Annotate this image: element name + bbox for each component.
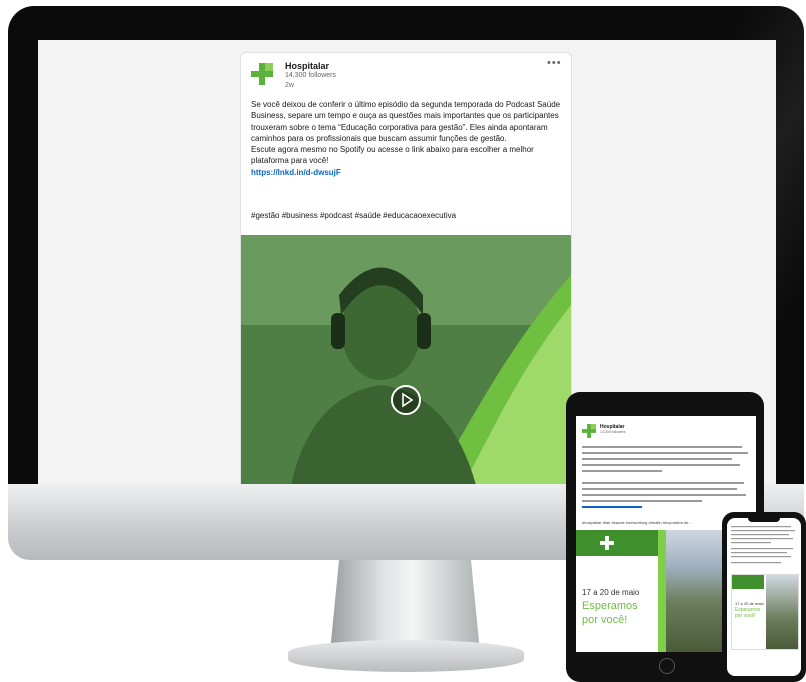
phone-screen: 17 a 20 de maio Esperamos por você!: [727, 518, 801, 676]
venue-photo: [766, 575, 798, 649]
follower-count: 14,300 followers: [600, 430, 626, 434]
phone-notch: [748, 516, 780, 522]
promo-headline-line2: por você!: [735, 613, 756, 619]
post-paragraph: Se você deixou de conferir o último epis…: [251, 100, 561, 143]
post-body-lines: [582, 446, 750, 520]
hospitalar-logo-icon: [582, 424, 596, 438]
post-link[interactable]: https://lnkd.in/d-dwsujF: [251, 168, 341, 177]
monitor-stand-neck: [330, 560, 480, 652]
follower-count: 14,300 followers: [285, 72, 336, 79]
monitor-stand-base: [288, 640, 524, 672]
promo-headline-line1: Esperamos: [582, 600, 638, 612]
video-frame: [241, 235, 571, 485]
hospitalar-logo-icon: [600, 536, 614, 550]
tablet-home-button[interactable]: [659, 658, 675, 674]
post-body: Se você deixou de conferir o último epis…: [251, 99, 563, 178]
video-thumbnail[interactable]: [241, 235, 571, 485]
promo-date: 17 a 20 de maio: [735, 601, 764, 606]
promo-banner: 17 a 20 de maio Esperamos por você!: [731, 574, 799, 650]
post-body-lines: [731, 526, 795, 564]
hospitalar-logo-icon: [251, 63, 273, 85]
post-hashtags[interactable]: #gestão #business #podcast #saúde #educa…: [251, 211, 456, 220]
post-card: Hospitalar 14,300 followers 2w ••• Se vo…: [240, 52, 572, 486]
play-button-icon[interactable]: [391, 385, 421, 415]
promo-headline-line2: por você!: [582, 614, 628, 626]
more-options-icon[interactable]: •••: [547, 57, 562, 69]
post-time: 2w: [285, 82, 294, 89]
company-name[interactable]: Hospitalar: [285, 61, 329, 71]
promo-date: 17 a 20 de maio: [582, 588, 640, 597]
post-paragraph: Escute agora mesmo no Spotify ou acesse …: [251, 145, 534, 166]
